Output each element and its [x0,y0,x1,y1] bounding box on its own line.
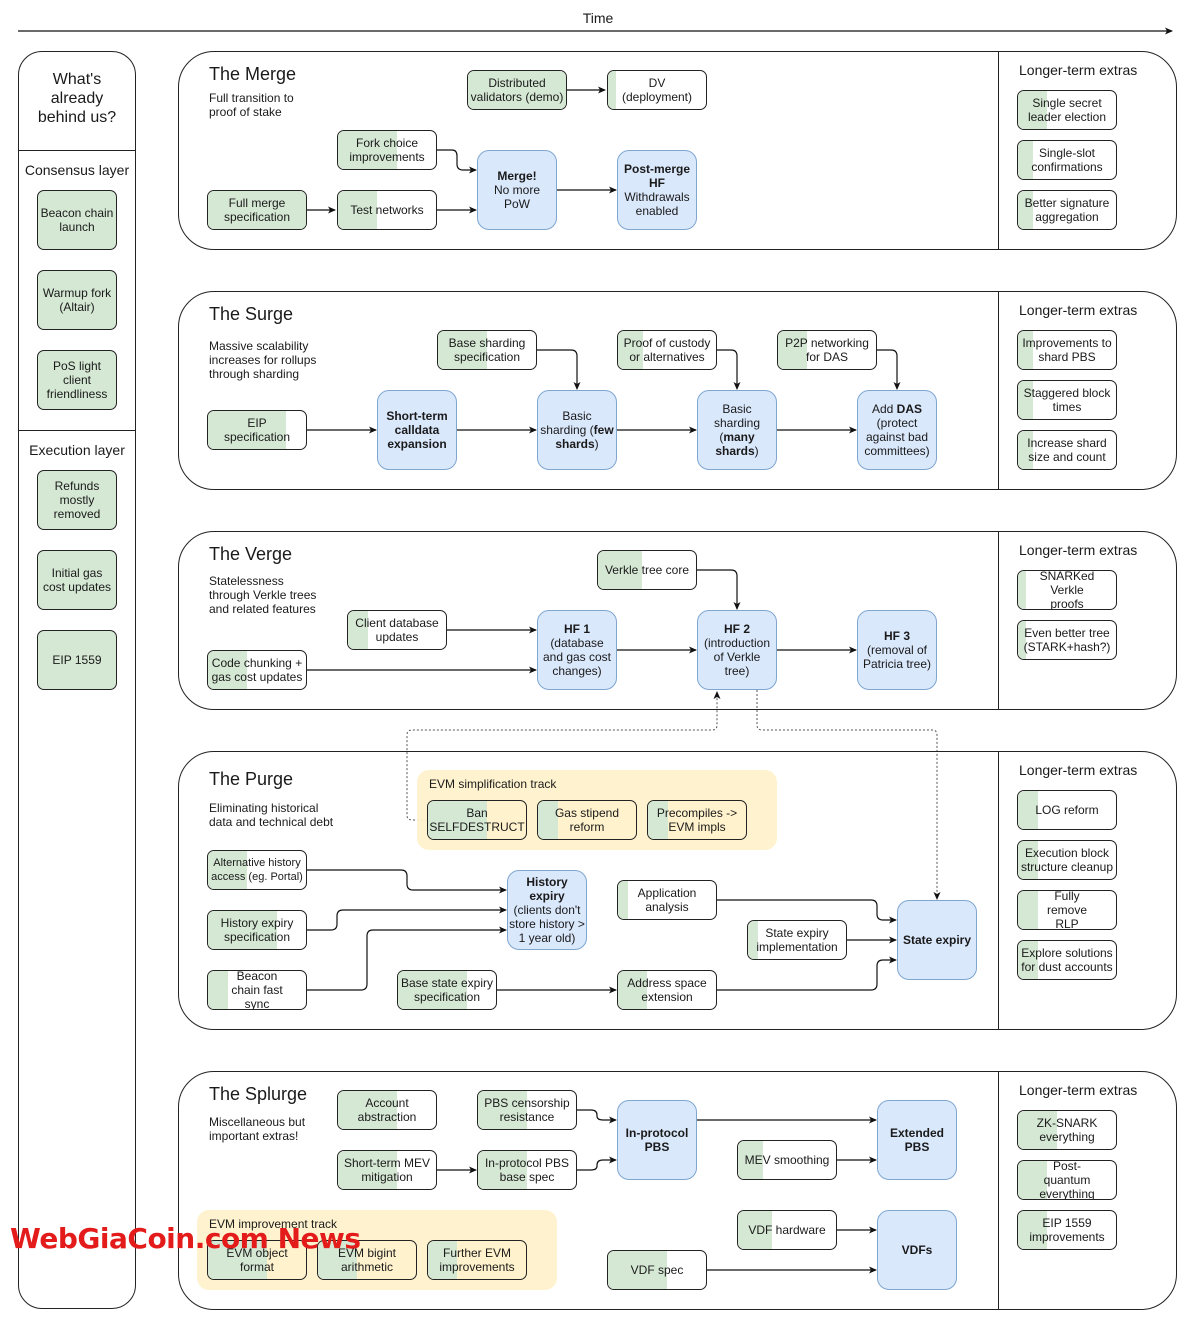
milestone-short-term-calldata[interactable]: Short-term calldata expansion [377,390,457,470]
node-dv-demo[interactable]: Distributed validators (demo) [467,70,567,110]
longer-term-extras-label: Longer-term extras [1019,542,1138,558]
section-title: The Verge [209,544,293,564]
milestone-in-protocol-pbs[interactable]: In-protocol PBS [617,1100,697,1180]
section-divider [998,292,999,489]
section-subtitle: Miscellaneous but important extras! [209,1115,306,1143]
extra-post-quantum[interactable]: Post-quantum everything [1017,1160,1117,1200]
node-pbs-base-spec[interactable]: In-protocol PBS base spec [477,1150,577,1190]
milestone-hf1[interactable]: HF 1 (database and gas cost changes) [537,610,617,690]
node-address-space-extension[interactable]: Address space extension [617,970,717,1010]
longer-term-extras-label: Longer-term extras [1019,62,1138,78]
done-item-refunds-removed[interactable]: Refunds mostly removed [37,470,117,530]
extra-execution-block-cleanup[interactable]: Execution block structure cleanup [1017,840,1117,880]
node-test-networks[interactable]: Test networks [337,190,437,230]
watermark-text: WebGiaCoin.com News [10,1222,361,1255]
node-base-state-expiry-spec[interactable]: Base state expiry specification [397,970,497,1010]
node-state-expiry-impl[interactable]: State expiry implementation [747,920,847,960]
node-full-merge-spec[interactable]: Full merge specification [207,190,307,230]
section-divider [998,52,999,249]
node-vdf-spec[interactable]: VDF spec [607,1250,707,1290]
node-verkle-tree-core[interactable]: Verkle tree core [597,550,697,590]
longer-term-extras-label: Longer-term extras [1019,1082,1138,1098]
node-proof-of-custody[interactable]: Proof of custody or alternatives [617,330,717,370]
node-client-db-updates[interactable]: Client database updates [347,610,447,650]
section-subtitle: Eliminating historical data and technica… [209,801,334,829]
done-item-eip-1559[interactable]: EIP 1559 [37,630,117,690]
node-code-chunking[interactable]: Code chunking + gas cost updates [207,650,307,690]
node-eip-spec[interactable]: EIP specification [207,410,307,450]
node-account-abstraction[interactable]: Account abstraction [337,1090,437,1130]
section-title: The Purge [209,769,294,789]
node-alt-history-access[interactable]: Alternative history access (eg. Portal) [207,850,307,890]
longer-term-extras-label: Longer-term extras [1019,762,1138,778]
section-title: The Surge [209,304,294,324]
time-axis-label: Time [582,10,614,26]
milestone-vdfs[interactable]: VDFs [877,1210,957,1290]
node-beacon-fast-sync[interactable]: Beacon chain fast sync [207,970,307,1010]
extra-sslecton[interactable]: Single secret leader election [1017,90,1117,130]
extra-signature-aggregation[interactable]: Better signature aggregation [1017,190,1117,230]
done-item-beacon-chain-launch[interactable]: Beacon chain launch [37,190,117,250]
node-further-evm[interactable]: Further EVM improvements [427,1240,527,1280]
section-subtitle: Massive scalability increases for rollup… [209,339,317,381]
extra-zk-snark-everything[interactable]: ZK-SNARK everything [1017,1110,1117,1150]
milestone-hf2[interactable]: HF 2 (introduction of Verkle tree) [697,610,777,690]
done-item-gas-cost-updates[interactable]: Initial gas cost updates [37,550,117,610]
section-divider [998,1072,999,1309]
milestone-merge[interactable]: Merge! No more PoW [477,150,557,230]
extra-shard-size[interactable]: Increase shard size and count [1017,430,1117,470]
milestone-basic-sharding-few[interactable]: Basic sharding (few shards) [537,390,617,470]
longer-term-extras-label: Longer-term extras [1019,302,1138,318]
node-base-sharding-spec[interactable]: Base sharding specification [437,330,537,370]
section-title: The Splurge [209,1084,308,1104]
extra-single-slot[interactable]: Single-slot confirmations [1017,140,1117,180]
section-divider [998,752,999,1029]
node-vdf-hardware[interactable]: VDF hardware [737,1210,837,1250]
milestone-history-expiry[interactable]: History expiry (clients don't store histo… [507,870,587,950]
node-fork-choice[interactable]: Fork choice improvements [337,130,437,170]
execution-layer-label: Execution layer [29,442,125,458]
node-history-expiry-spec[interactable]: History expiry specification [207,910,307,950]
node-evm-object-format[interactable]: EVM object format [207,1240,307,1280]
track-label: EVM simplification track [429,777,557,791]
section-subtitle: Full transition to proof of stake [209,91,294,119]
node-evm-bigint[interactable]: EVM bigint arithmetic [317,1240,417,1280]
milestone-state-expiry[interactable]: State expiry [897,900,977,980]
node-p2p-das[interactable]: P2P networking for DAS [777,330,877,370]
node-ban-selfdestruct[interactable]: Ban SELFDESTRUCT [427,800,527,840]
milestone-hf3[interactable]: HF 3 (removal of Patricia tree) [857,610,937,690]
milestone-add-das[interactable]: Add DAS (protect against bad committees) [857,390,937,470]
node-application-analysis[interactable]: Application analysis [617,880,717,920]
extra-dust-accounts[interactable]: Explore solutions for dust accounts [1017,940,1117,980]
section-title: The Merge [209,64,297,84]
node-pbs-censorship[interactable]: PBS censorship resistance [477,1090,577,1130]
panel-title: What's already behind us? [37,71,117,126]
done-item-altair[interactable]: Warmup fork (Altair) [37,270,117,330]
node-gas-stipend-reform[interactable]: Gas stipend reform [537,800,637,840]
extra-remove-rlp[interactable]: Fully remove RLP [1017,890,1117,930]
extra-snarked-verkle[interactable]: SNARKed Verkle proofs [1017,570,1117,610]
extra-log-reform[interactable]: LOG reform [1017,790,1117,830]
milestone-extended-pbs[interactable]: Extended PBS [877,1100,957,1180]
milestone-basic-sharding-many[interactable]: Basic sharding (many shards) [697,390,777,470]
section-subtitle: Statelessness through Verkle trees and r… [209,574,317,616]
panel-divider [19,150,135,151]
node-short-term-mev[interactable]: Short-term MEV mitigation [337,1150,437,1190]
node-precompiles-evm[interactable]: Precompiles -> EVM impls [647,800,747,840]
extra-better-tree[interactable]: Even better tree (STARK+hash?) [1017,620,1117,660]
extra-shard-pbs[interactable]: Improvements to shard PBS [1017,330,1117,370]
section-divider [998,532,999,709]
done-item-light-client[interactable]: PoS light client friendliness [37,350,117,410]
extra-staggered-block-times[interactable]: Staggered block times [1017,380,1117,420]
milestone-post-merge-hf[interactable]: Post-merge HF Withdrawals enabled [617,150,697,230]
node-mev-smoothing[interactable]: MEV smoothing [737,1140,837,1180]
panel-divider [19,430,135,431]
node-dv-deployment[interactable]: DV (deployment) [607,70,707,110]
extra-eip1559-improvements[interactable]: EIP 1559 improvements [1017,1210,1117,1250]
consensus-layer-label: Consensus layer [24,162,130,178]
